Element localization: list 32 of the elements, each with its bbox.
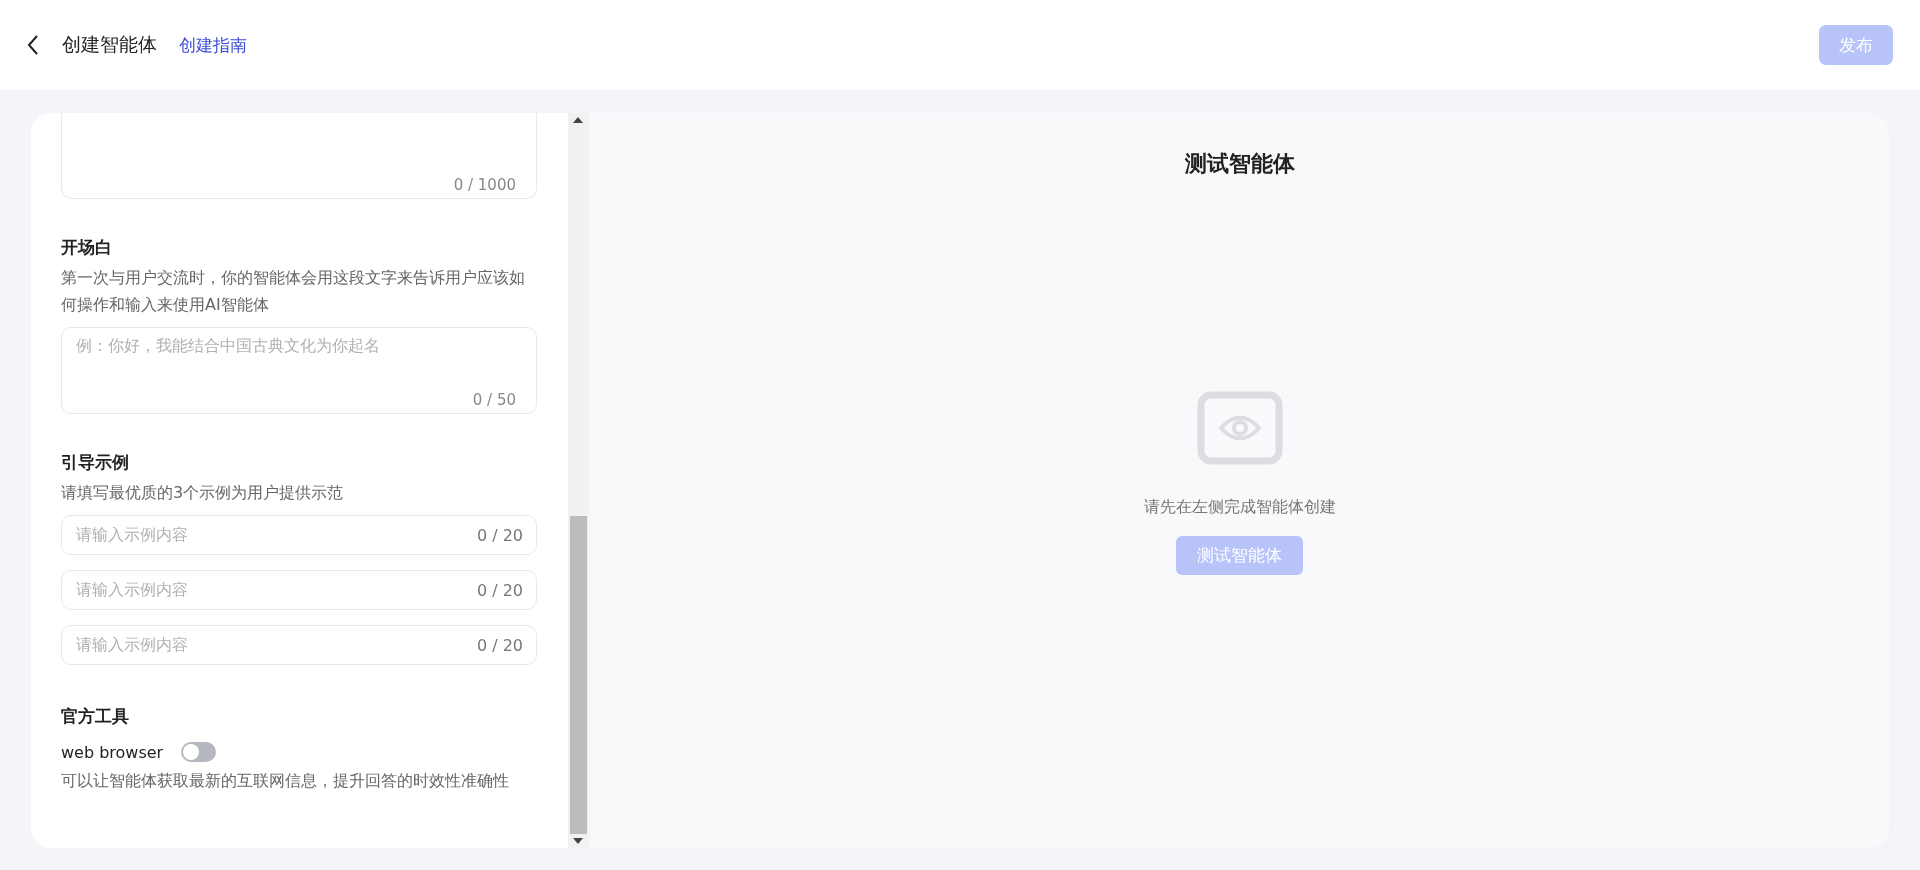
guide-link[interactable]: 创建指南 xyxy=(179,33,247,57)
preview-title: 测试智能体 xyxy=(1184,150,1295,178)
placeholder-text: 例：你好，我能结合中国古典文化为你起名 xyxy=(76,336,380,355)
placeholder-text: 请输入示例内容 xyxy=(76,524,188,546)
example-input[interactable]: 请输入示例内容 0 / 20 xyxy=(61,625,537,665)
section-hint: 第一次与用户交流时，你的智能体会用这段文字来告诉用户应该如何操作和输入来使用AI智能体 xyxy=(61,267,526,316)
toggle-switch[interactable] xyxy=(181,742,217,762)
section-title: 引导示例 xyxy=(61,451,130,474)
scroll-up-icon[interactable] xyxy=(573,117,583,123)
char-counter: 0 / 1000 xyxy=(453,176,516,194)
scrollbar[interactable] xyxy=(568,113,588,848)
description-field[interactable]: 0 / 1000 xyxy=(61,113,537,199)
char-counter: 0 / 50 xyxy=(472,391,516,409)
char-counter: 0 / 20 xyxy=(476,525,523,545)
char-counter: 0 / 20 xyxy=(476,635,523,655)
placeholder-text: 请输入示例内容 xyxy=(76,579,188,601)
char-counter: 0 / 20 xyxy=(476,580,523,600)
section-title: 开场白 xyxy=(61,236,113,259)
placeholder-text: 请输入示例内容 xyxy=(76,634,188,656)
opening-field[interactable]: 例：你好，我能结合中国古典文化为你起名 0 / 50 xyxy=(61,327,537,414)
page-title: 创建智能体 xyxy=(62,32,157,57)
back-icon[interactable] xyxy=(26,34,40,56)
tool-name: web browser xyxy=(61,742,164,762)
example-input[interactable]: 请输入示例内容 0 / 20 xyxy=(61,515,537,555)
section-title: 官方工具 xyxy=(61,705,130,728)
scroll-down-icon[interactable] xyxy=(573,838,583,844)
section-hint: 请填写最优质的3个示例为用户提供示范 xyxy=(61,482,345,504)
empty-message: 请先在左侧完成智能体创建 xyxy=(1143,497,1336,518)
eye-icon xyxy=(1196,391,1283,465)
example-input[interactable]: 请输入示例内容 0 / 20 xyxy=(61,570,537,610)
scrollbar-thumb[interactable] xyxy=(569,515,587,834)
tool-description: 可以让智能体获取最新的互联网信息，提升回答的时效性准确性 xyxy=(61,770,510,792)
